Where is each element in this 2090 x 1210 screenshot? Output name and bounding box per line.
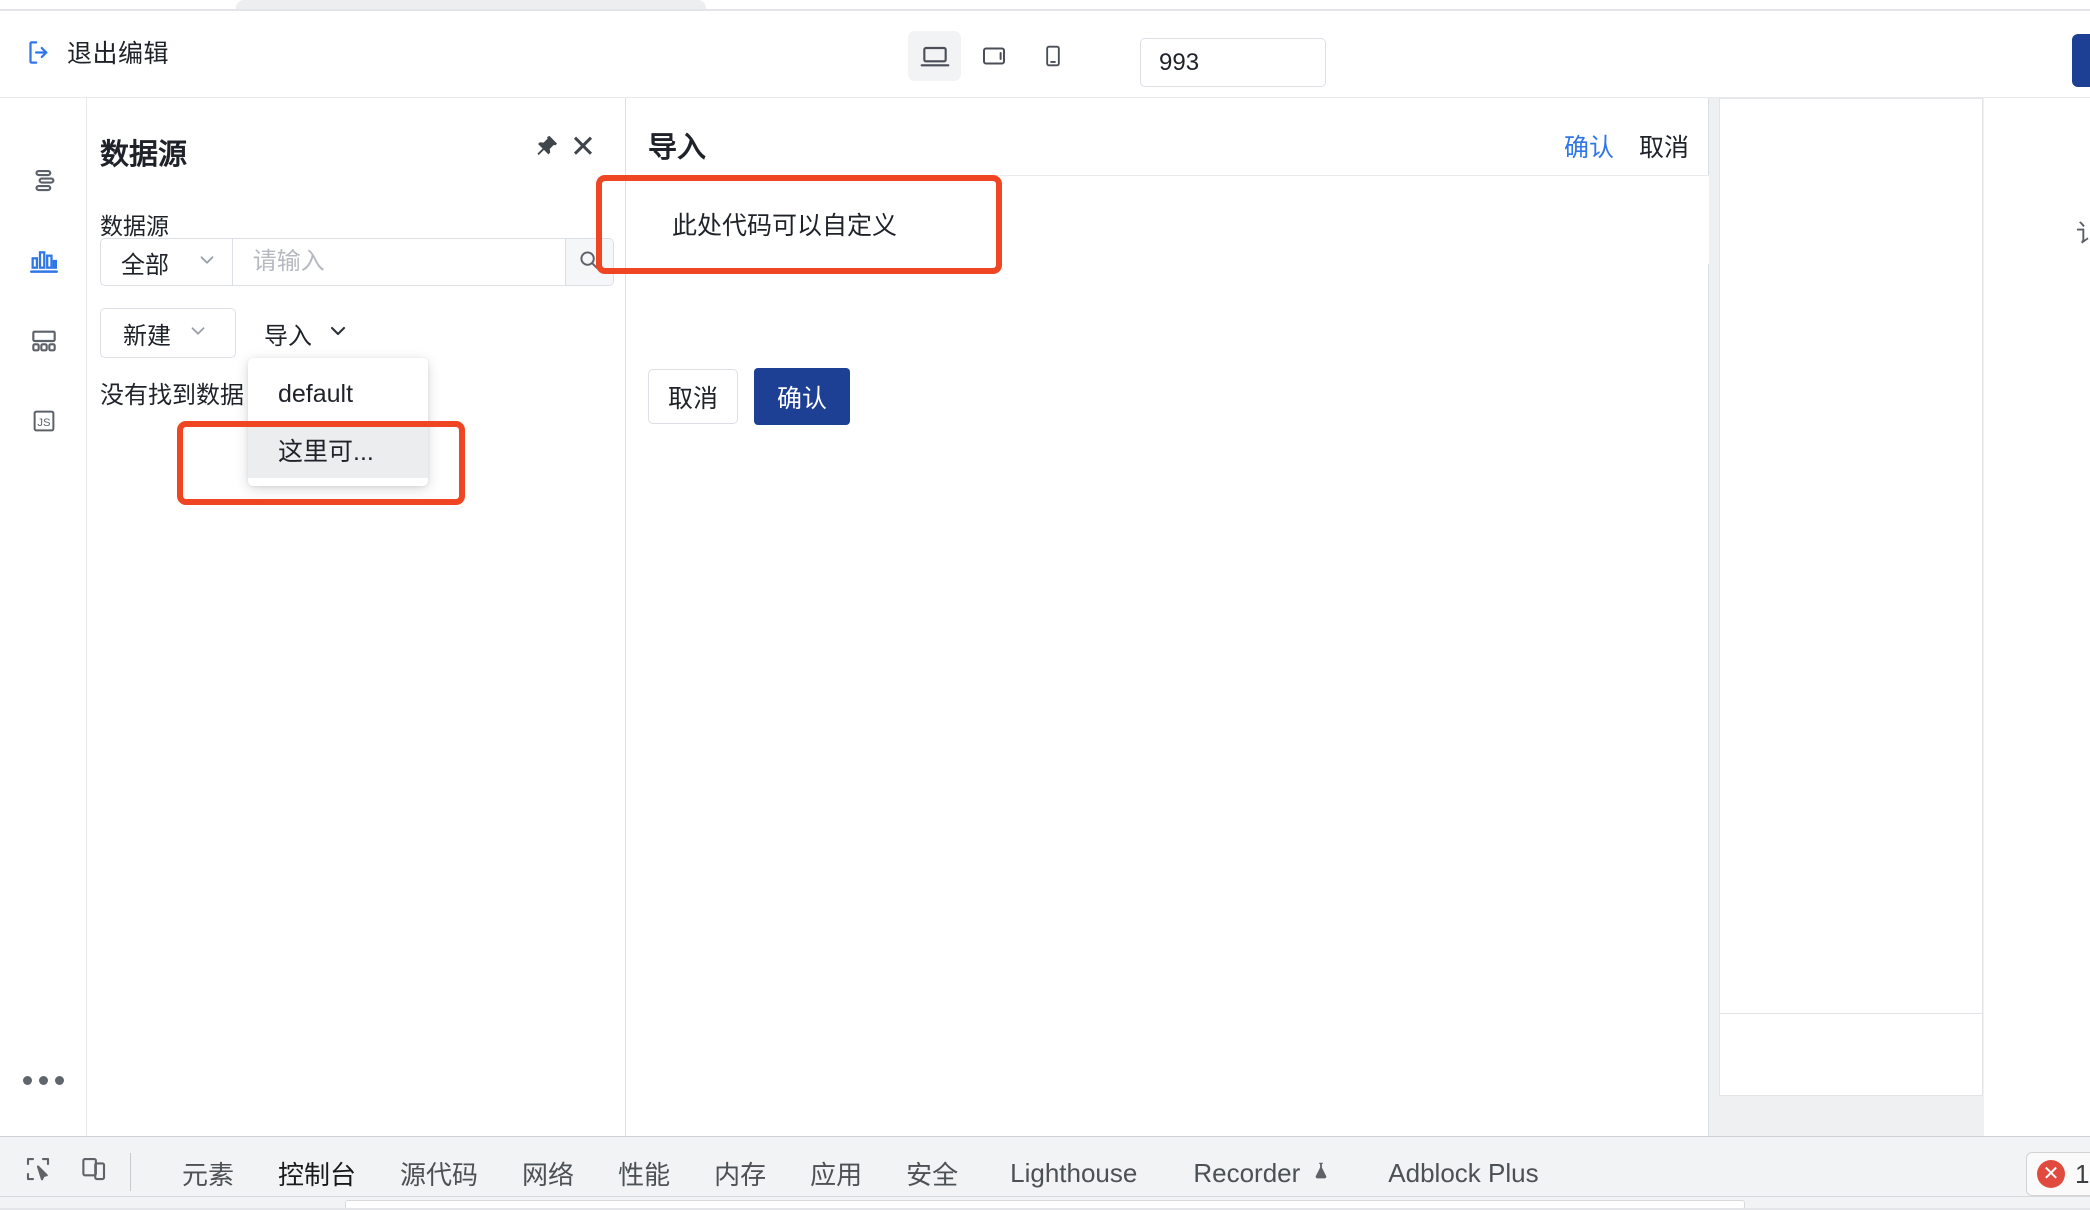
- tablet-icon: [979, 41, 1009, 71]
- chevron-down-icon: [187, 320, 209, 347]
- datasource-field-label: 数据源: [100, 213, 169, 239]
- search-icon: [577, 248, 601, 277]
- mobile-icon: [1039, 42, 1067, 70]
- more-dots-icon: [23, 1075, 32, 1085]
- canvas-right-gutter: [1984, 98, 2090, 1136]
- device-desktop-button[interactable]: [908, 31, 961, 81]
- datasource-action-row: 新建 导入: [100, 308, 354, 358]
- import-menu-item-default[interactable]: default: [248, 366, 428, 422]
- inspect-cursor-icon: [23, 1154, 53, 1189]
- canvas-preview-content: [1720, 99, 1982, 1014]
- import-cancel-button[interactable]: 取消: [648, 369, 738, 424]
- layers-list-icon: [29, 166, 59, 201]
- import-datasource-button[interactable]: 导入: [260, 308, 354, 358]
- devtools-device-toggle-button[interactable]: [72, 1149, 116, 1193]
- devtools-tab-recorder-label: Recorder: [1193, 1157, 1301, 1188]
- device-toolbar-icon: [79, 1154, 109, 1189]
- datasource-search-input[interactable]: [232, 239, 565, 285]
- import-panel: 导入 确认 取消 此处代码可以自定义 取消 确认: [626, 98, 1709, 1136]
- rail-more-button[interactable]: [0, 1060, 87, 1100]
- js-icon: JS: [29, 406, 59, 441]
- chevron-down-icon: [196, 249, 218, 276]
- import-code-editor[interactable]: 此处代码可以自定义: [648, 176, 1709, 264]
- canvas-width-field[interactable]: px: [1140, 38, 1326, 87]
- more-dots-icon: [39, 1075, 48, 1085]
- exit-edit-label: 退出编辑: [67, 40, 170, 68]
- canvas-edge-text: 讠: [2076, 220, 2090, 248]
- device-mobile-button[interactable]: [1026, 31, 1079, 81]
- devtools-icon-group: [16, 1149, 116, 1193]
- more-dots-icon: [55, 1075, 64, 1085]
- editor-toolbar: 退出编辑 993: [0, 11, 2090, 98]
- layout-grid-icon: [28, 325, 60, 362]
- new-datasource-button[interactable]: 新建: [100, 308, 236, 358]
- rail-item-script[interactable]: JS: [0, 383, 87, 463]
- import-header-cancel-link[interactable]: 取消: [1639, 128, 1689, 164]
- devtools-error-count: 1: [2075, 1158, 2090, 1189]
- datasource-panel-title: 数据源: [100, 139, 188, 171]
- device-preview-group: [908, 31, 1079, 81]
- error-circle-icon: ✕: [2037, 1160, 2065, 1188]
- import-button-row: 取消 确认: [648, 368, 850, 425]
- chevron-down-icon: [326, 319, 350, 348]
- svg-text:JS: JS: [37, 417, 50, 429]
- import-header-confirm-link[interactable]: 确认: [1564, 128, 1614, 164]
- devtools-error-counter[interactable]: ✕ 1: [2026, 1152, 2090, 1196]
- rail-item-layers[interactable]: [0, 143, 87, 223]
- laptop-icon: [919, 40, 951, 72]
- left-icon-rail: JS: [0, 98, 87, 1136]
- flask-icon: [1310, 1158, 1332, 1189]
- rail-item-data[interactable]: [0, 223, 87, 303]
- datasource-type-select-value: 全部: [121, 251, 169, 279]
- pin-icon[interactable]: [533, 133, 560, 165]
- devtools-inspect-button[interactable]: [16, 1149, 60, 1193]
- device-tablet-button[interactable]: [967, 31, 1020, 81]
- import-panel-title: 导入: [648, 132, 707, 164]
- import-panel-header: 导入 确认 取消: [626, 98, 1709, 175]
- import-menu-item-custom[interactable]: 这里可...: [248, 422, 428, 478]
- devtools-separator: [130, 1153, 131, 1191]
- datasource-empty-text: 没有找到数据: [100, 382, 244, 409]
- import-confirm-button[interactable]: 确认: [754, 368, 850, 425]
- import-datasource-label: 导入: [264, 322, 312, 350]
- exit-door-arrow-icon: [26, 39, 53, 66]
- datasource-search-button[interactable]: [564, 239, 613, 285]
- app-root: 退出编辑 993 讠 JS 数据源 ✕ 数据源 全部 请输入 新建 导入 没有找…: [0, 0, 2090, 1210]
- bar-chart-icon: [28, 245, 60, 282]
- import-dropdown-menu: default 这里可...: [248, 358, 428, 486]
- close-icon[interactable]: ✕: [570, 131, 596, 162]
- browser-tab-stub[interactable]: [236, 0, 706, 9]
- canvas-preview-page[interactable]: [1719, 98, 1983, 1096]
- new-datasource-label: 新建: [123, 322, 171, 350]
- toolbar-primary-action-button[interactable]: [2072, 34, 2090, 87]
- datasource-filter-row: 全部: [100, 238, 614, 286]
- rail-item-layout[interactable]: [0, 303, 87, 383]
- exit-edit-button[interactable]: 退出编辑: [26, 34, 169, 70]
- canvas-width-input[interactable]: [1141, 39, 1325, 86]
- datasource-type-select[interactable]: 全部: [101, 239, 233, 285]
